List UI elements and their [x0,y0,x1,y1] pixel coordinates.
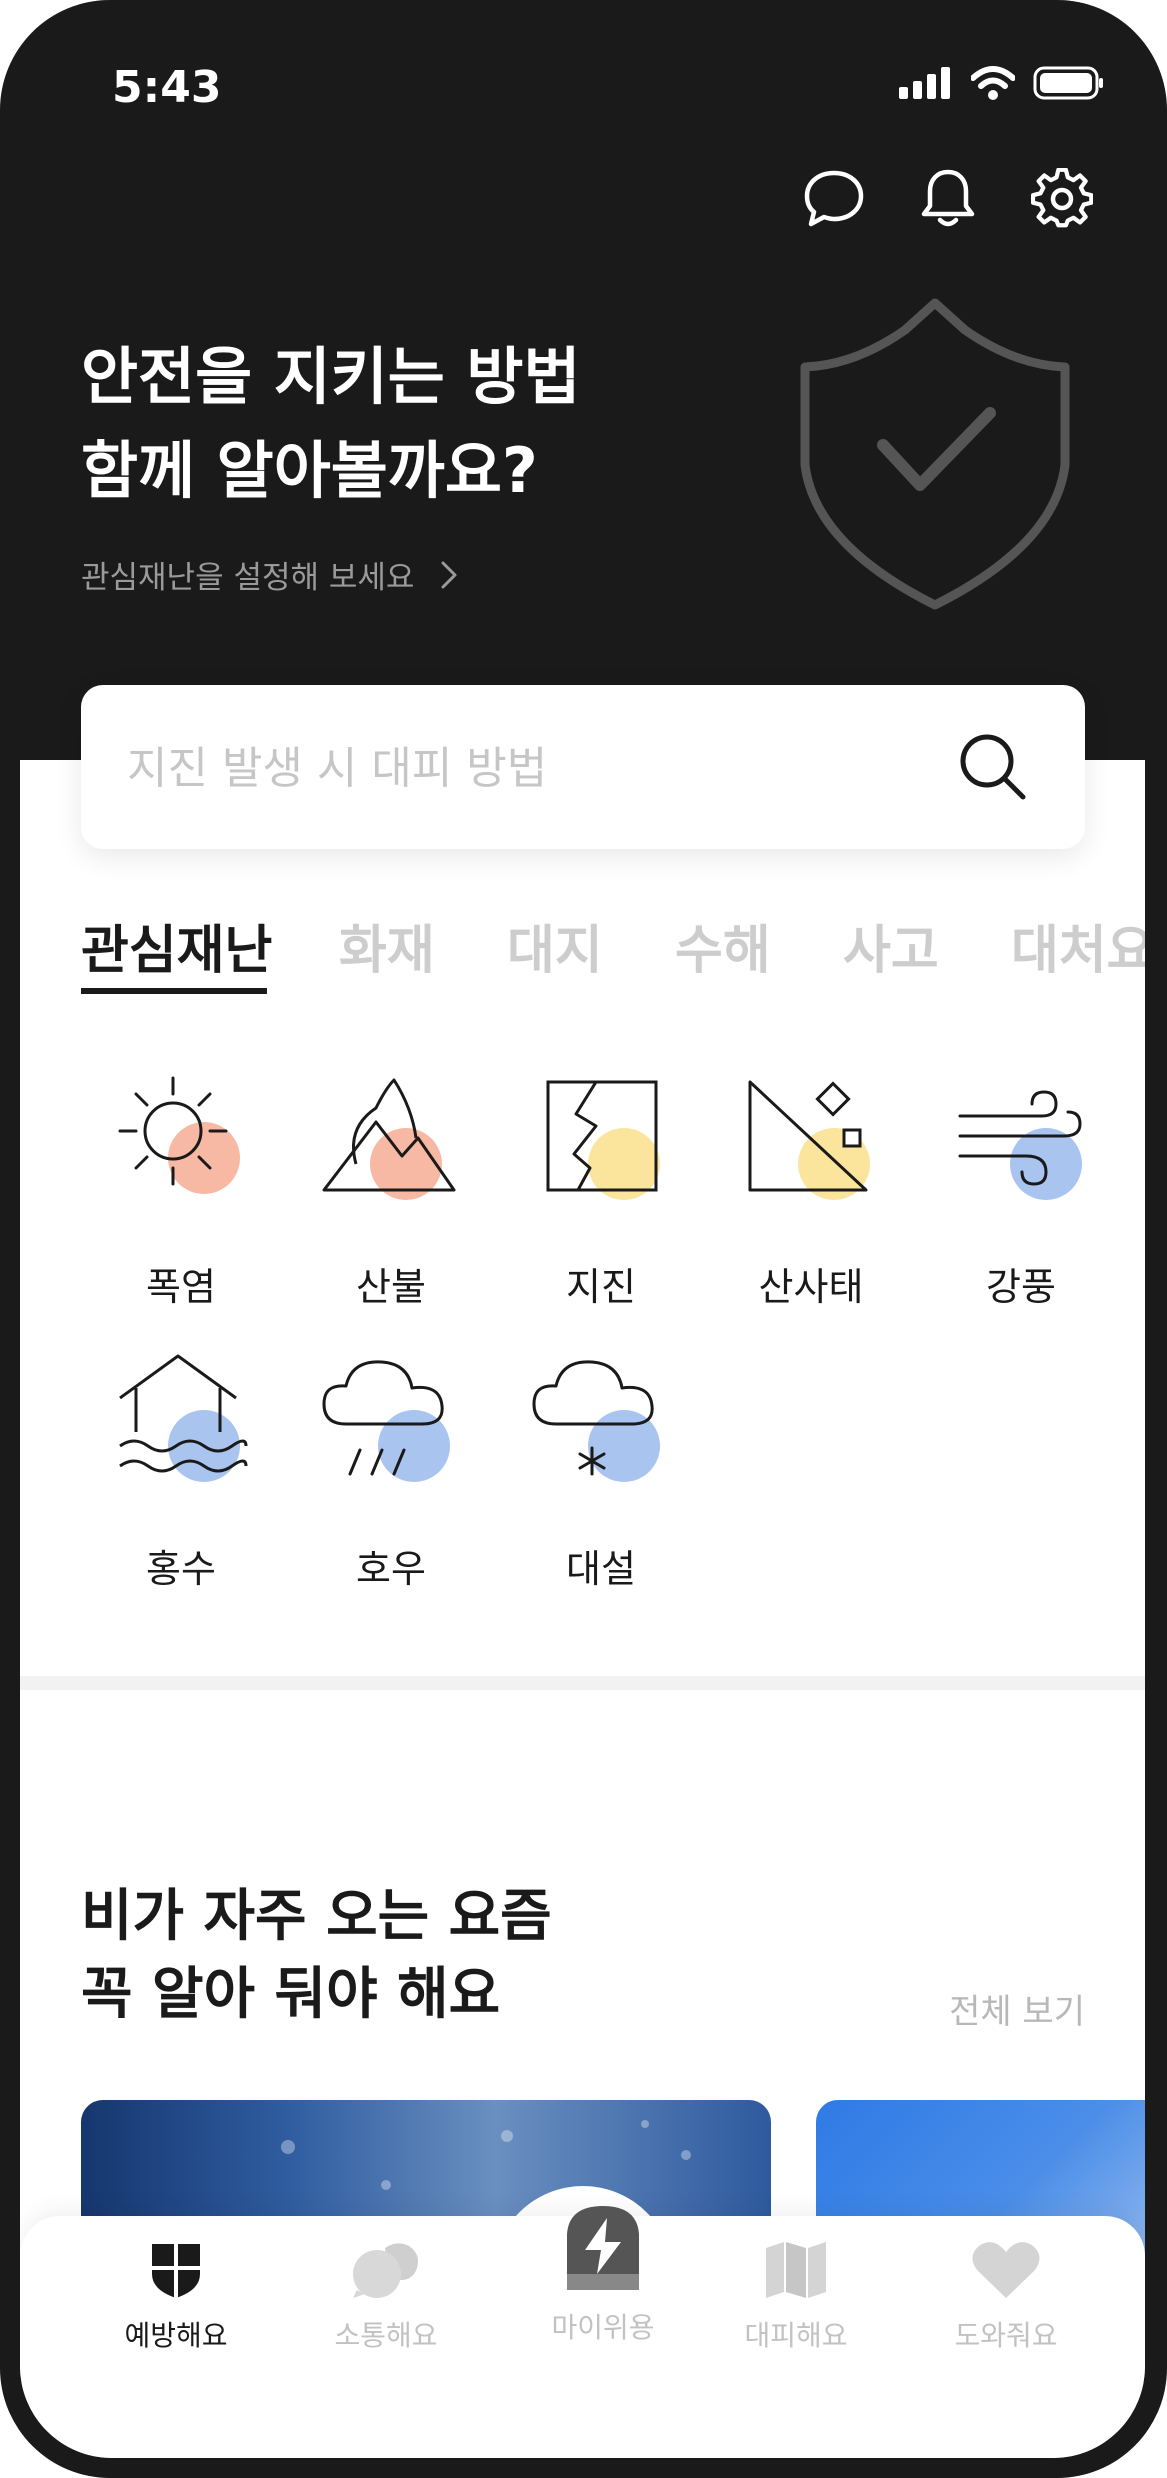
nav-my[interactable]: 마이위용 [513,2204,693,2346]
sun-icon [106,1068,256,1218]
disaster-label: 폭염 [146,1265,216,1309]
nav-label: 소통해요 [334,2319,438,2352]
section-title-line2: 꼭 알아 둬야 해요 [81,1962,501,2027]
chat-bubbles-icon [353,2243,418,2298]
search-icon[interactable] [957,731,1029,803]
wifi-icon [971,66,1015,100]
disaster-wildfire[interactable]: 산불 [306,1068,476,1311]
hero-title: 안전을 지키는 방법 함께 알아볼까요? [81,330,781,518]
disaster-label: 지진 [566,1265,636,1309]
nav-label: 도와줘요 [954,2319,1058,2352]
category-tabs: 관심재난 화재 대지 수해 사고 대처요 [81,900,1145,1000]
signal-icon [899,67,950,99]
chevron-right-icon [441,561,457,588]
tab-accident[interactable]: 사고 [843,908,939,983]
wind-icon [946,1068,1096,1218]
disaster-strong-wind[interactable]: 강풍 [936,1068,1106,1311]
nav-prevention[interactable]: 예방해요 [86,2240,266,2354]
section-title: 비가 자주 오는 요즘 꼭 알아 둬야 해요 [81,1878,552,2034]
raindrop [641,2120,649,2128]
section-title-line1: 비가 자주 오는 요즘 [81,1884,552,1949]
chat-icon[interactable] [803,168,865,230]
disaster-label: 호우 [356,1547,426,1591]
disaster-earthquake[interactable]: 지진 [516,1068,686,1311]
tab-interest[interactable]: 관심재난 [81,908,272,983]
disaster-heavy-rain[interactable]: 호우 [306,1350,476,1593]
rain-cloud-icon [316,1350,466,1500]
flood-icon [106,1350,256,1500]
nav-evacuation[interactable]: 대피해요 [706,2240,886,2354]
tab-response[interactable]: 대처요 [1011,908,1145,983]
tab-fire[interactable]: 화재 [339,908,435,983]
raindrop [501,2130,513,2142]
shield-icon [152,2244,200,2298]
raindrop [381,2180,391,2190]
disaster-heatwave[interactable]: 폭염 [96,1068,266,1311]
nav-label: 대피해요 [744,2319,848,2352]
tab-earth[interactable]: 대지 [507,908,603,983]
nav-help[interactable]: 도와줘요 [916,2240,1096,2354]
set-interest-label: 관심재난을 설정해 보세요 [81,560,415,596]
landslide-icon [736,1068,886,1218]
tab-flood[interactable]: 수해 [675,908,771,983]
nav-label: 예방해요 [124,2319,228,2352]
section-divider [20,1676,1145,1690]
disaster-label: 산사태 [758,1265,864,1309]
hero-title-line1: 안전을 지키는 방법 [81,340,581,413]
screen: 5:43 안전을 지키는 방법 함께 알아볼까요? 관심재난을 설정해 보세요 … [20,0,1145,2458]
search-bar [81,685,1085,849]
status-time: 5:43 [112,62,222,113]
disaster-label: 산불 [356,1265,426,1309]
see-all-link[interactable]: 전체 보기 [949,1984,1085,2033]
raindrop [681,2150,691,2160]
map-icon [766,2242,826,2298]
heart-icon [972,2242,1040,2298]
nav-community[interactable]: 소통해요 [296,2240,476,2354]
battery-icon [1033,66,1103,100]
bolt-badge-icon [567,2206,639,2290]
snow-cloud-icon [526,1350,676,1500]
shield-check-icon [800,298,1070,610]
earthquake-icon [526,1068,676,1218]
disaster-label: 강풍 [986,1265,1056,1309]
disaster-flood[interactable]: 홍수 [96,1350,266,1593]
bell-icon[interactable] [917,168,979,230]
gear-icon[interactable] [1030,167,1094,230]
phone-frame: 5:43 안전을 지키는 방법 함께 알아볼까요? 관심재난을 설정해 보세요 … [0,0,1167,2478]
disaster-landslide[interactable]: 산사태 [726,1068,896,1311]
header-actions [803,167,1094,230]
disaster-heavy-snow[interactable]: 대설 [516,1350,686,1593]
nav-label: 마이위용 [551,2311,655,2344]
hero-section: 5:43 안전을 지키는 방법 함께 알아볼까요? 관심재난을 설정해 보세요 [20,0,1145,760]
hero-title-line2: 함께 알아볼까요? [81,434,538,507]
disaster-label: 홍수 [146,1547,216,1591]
tab-underline [81,988,267,994]
search-input[interactable] [125,731,949,805]
status-icons [899,66,1105,100]
wildfire-icon [316,1068,466,1218]
raindrop [281,2140,295,2154]
disaster-label: 대설 [566,1547,636,1591]
set-interest-link[interactable]: 관심재난을 설정해 보세요 [81,552,458,597]
